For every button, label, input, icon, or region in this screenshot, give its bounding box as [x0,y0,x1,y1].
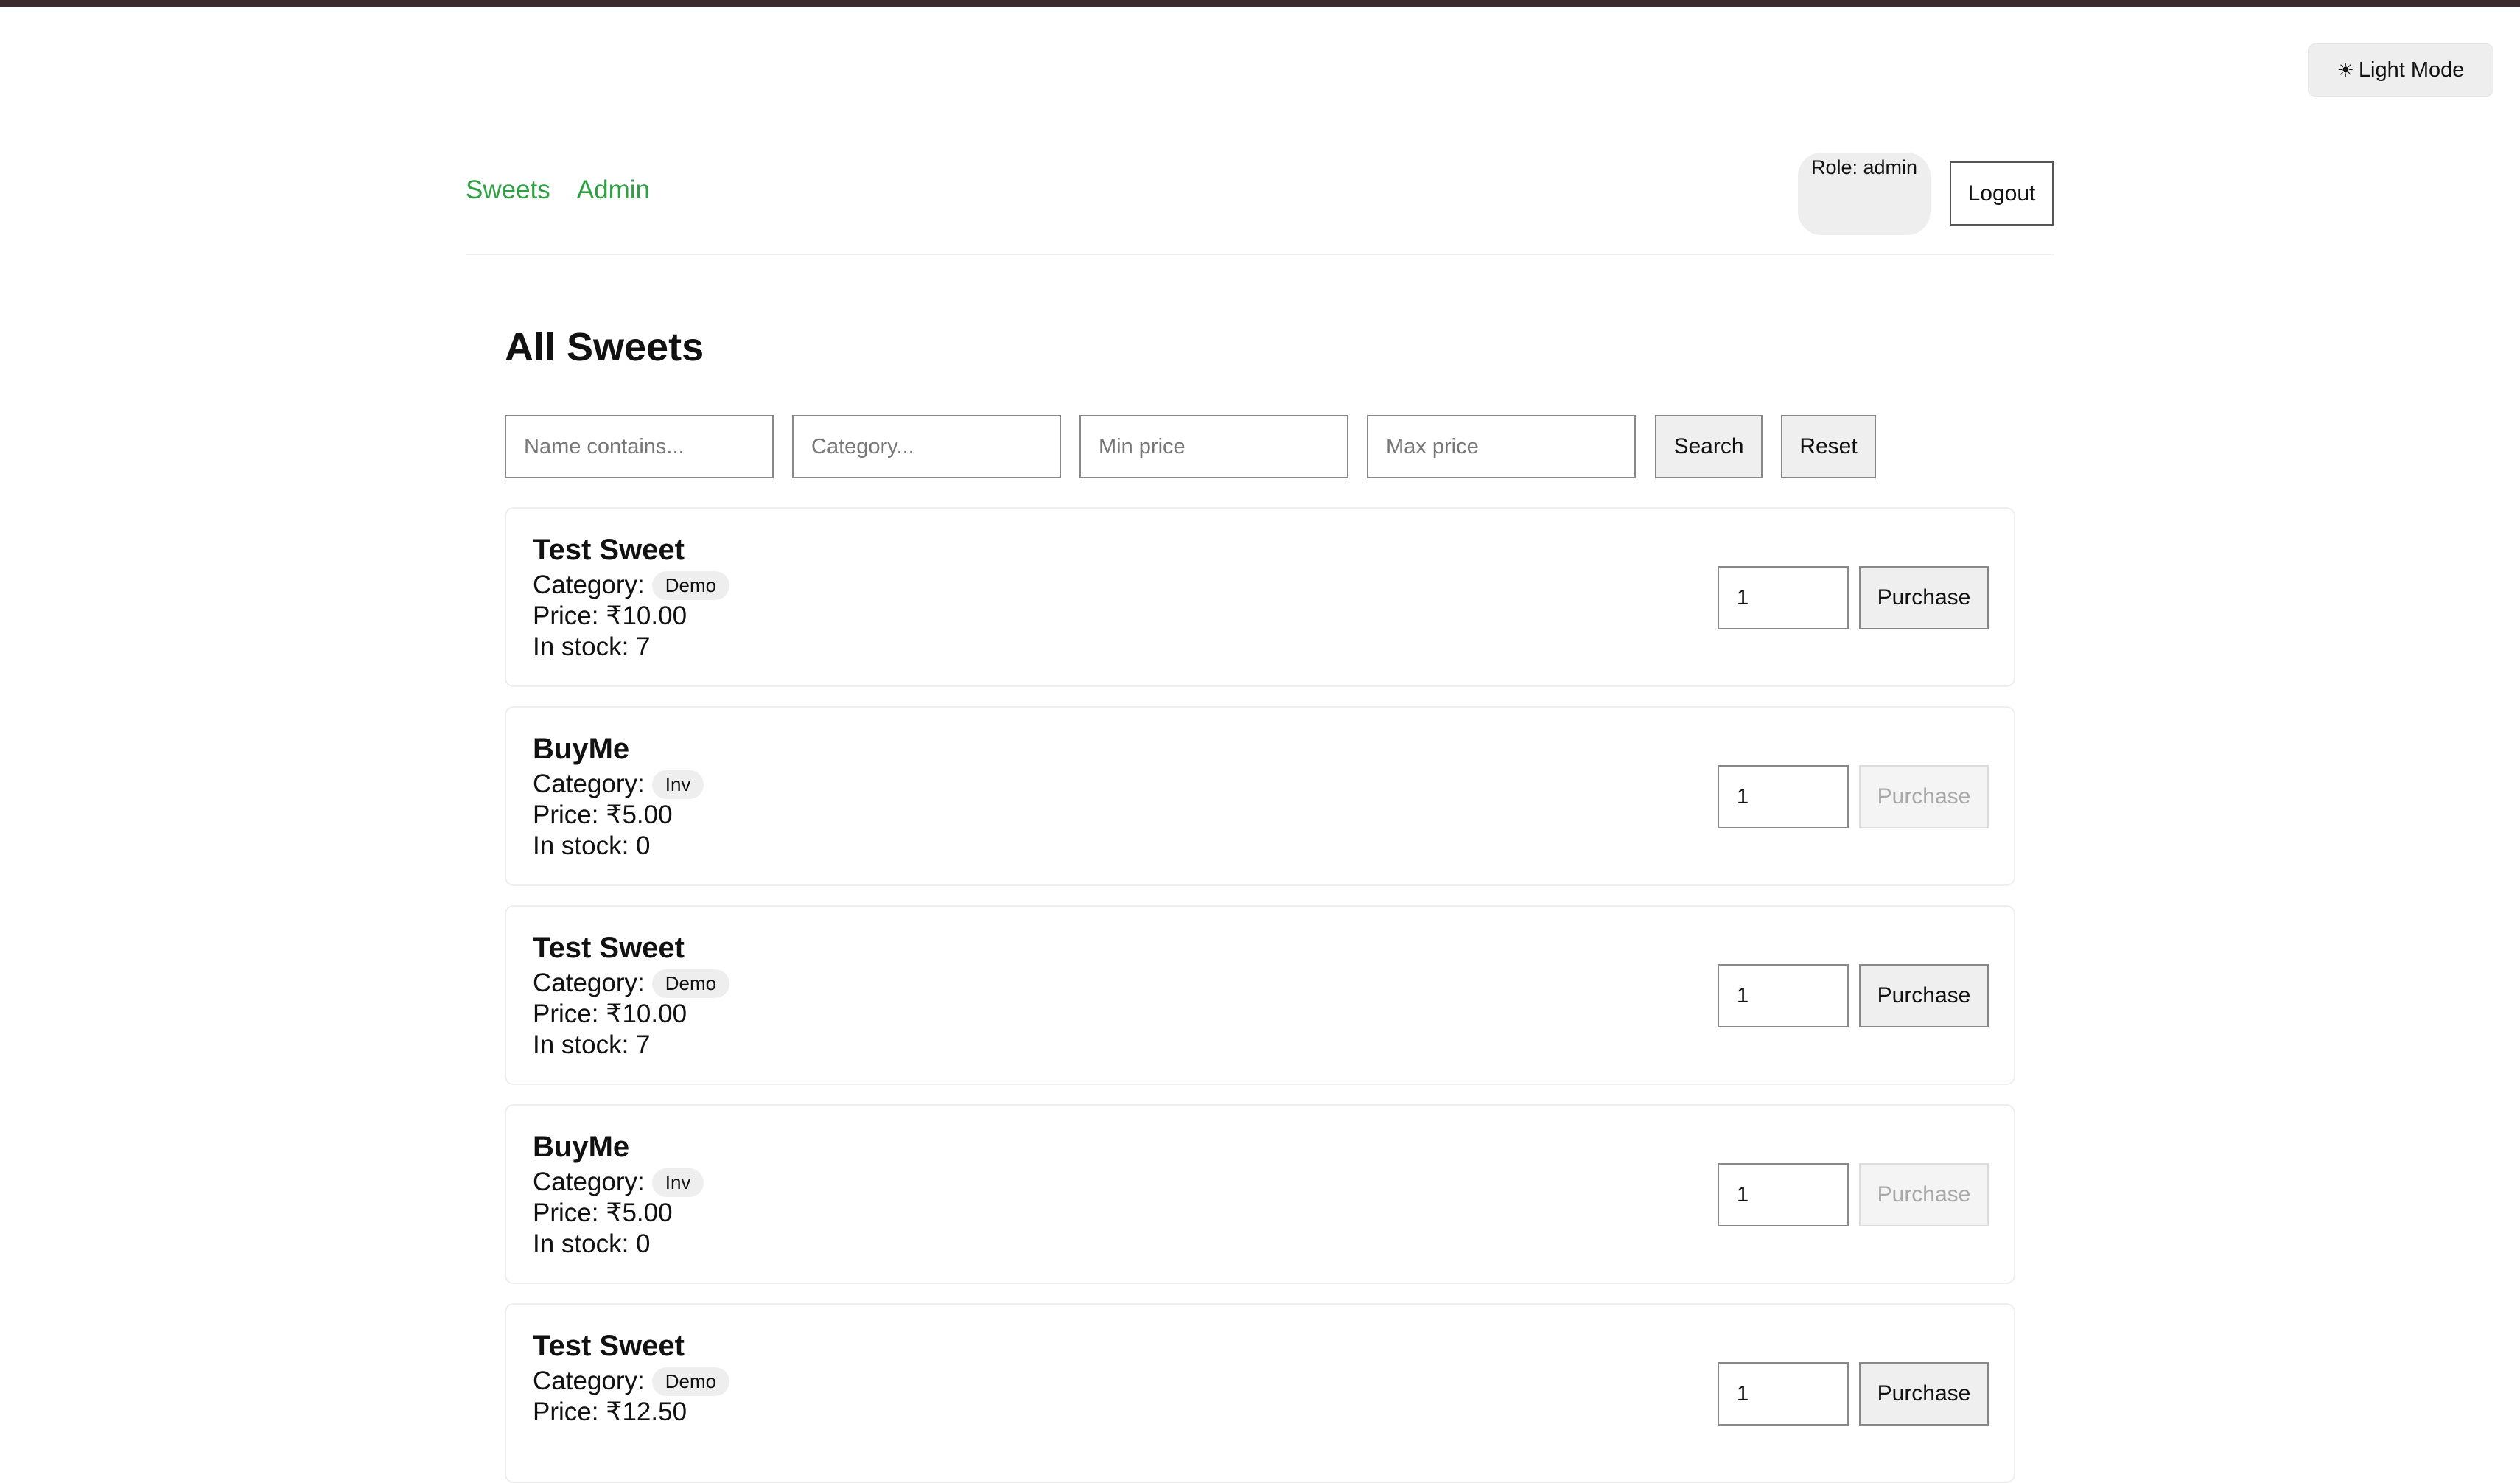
nav-link-admin[interactable]: Admin [577,175,650,205]
purchase-button[interactable]: Purchase [1859,566,1989,629]
sweet-price: Price: ₹10.00 [533,999,687,1028]
sweet-name: Test Sweet [533,1330,685,1362]
sweet-stock: In stock: 7 [533,632,651,661]
max-price-input[interactable] [1367,415,1636,478]
sweet-name: BuyMe [533,1131,630,1163]
sweet-category: Category: Inv [533,1168,704,1197]
theme-toggle-label: Light Mode [2358,57,2465,82]
sweet-price: Price: ₹10.00 [533,601,687,630]
category-label: Category: [533,1168,645,1196]
quantity-input[interactable] [1718,1163,1849,1226]
category-label: Category: [533,570,645,599]
purchase-button: Purchase [1859,765,1989,828]
purchase-button: Purchase [1859,1163,1989,1226]
sweet-category: Category: Demo [533,570,730,600]
theme-toggle-button[interactable]: ☀ Light Mode [2308,43,2493,97]
sweet-stock: In stock: 7 [533,1030,651,1059]
category-label: Category: [533,770,645,798]
quantity-input[interactable] [1718,765,1849,828]
sweet-category: Category: Demo [533,1367,730,1396]
sweet-name: Test Sweet [533,932,685,964]
sweet-price: Price: ₹5.00 [533,800,673,829]
min-price-input[interactable] [1079,415,1348,478]
sweet-price: Price: ₹12.50 [533,1397,687,1426]
sweet-category: Category: Demo [533,969,730,998]
sweet-card: Test Sweet Category: Demo Price: ₹12.50 … [505,1303,2015,1483]
sweet-card: BuyMe Category: Inv Price: ₹5.00 In stoc… [505,706,2015,886]
search-button[interactable]: Search [1655,415,1763,478]
sweet-stock: In stock: 0 [533,1229,651,1258]
quantity-input[interactable] [1718,1362,1849,1426]
sweet-card: Test Sweet Category: Demo Price: ₹10.00 … [505,905,2015,1085]
name-filter-input[interactable] [505,415,774,478]
purchase-button[interactable]: Purchase [1859,1362,1989,1426]
nav-link-sweets[interactable]: Sweets [466,175,550,205]
sweet-name: Test Sweet [533,534,685,566]
role-badge: Role: admin [1798,153,1931,235]
category-label: Category: [533,1367,645,1395]
category-label: Category: [533,969,645,997]
category-badge: Demo [651,570,730,600]
category-badge: Inv [651,770,704,799]
page-title: All Sweets [505,325,704,369]
sweet-card: BuyMe Category: Inv Price: ₹5.00 In stoc… [505,1104,2015,1284]
purchase-button[interactable]: Purchase [1859,964,1989,1027]
main-nav: Sweets Admin [466,175,650,205]
logout-button[interactable]: Logout [1950,161,2054,226]
quantity-input[interactable] [1718,566,1849,629]
sweet-stock: In stock: 0 [533,831,651,860]
sweet-price: Price: ₹5.00 [533,1198,673,1227]
reset-button[interactable]: Reset [1781,415,1876,478]
header-divider [466,254,2054,255]
sweet-name: BuyMe [533,733,630,765]
sun-icon: ☀ [2337,58,2354,81]
sweet-card: Test Sweet Category: Demo Price: ₹10.00 … [505,507,2015,687]
category-badge: Demo [651,1367,730,1396]
category-badge: Demo [651,969,730,998]
category-badge: Inv [651,1168,704,1197]
sweet-category: Category: Inv [533,770,704,799]
quantity-input[interactable] [1718,964,1849,1027]
category-filter-input[interactable] [792,415,1061,478]
top-accent-bar [0,0,2520,7]
